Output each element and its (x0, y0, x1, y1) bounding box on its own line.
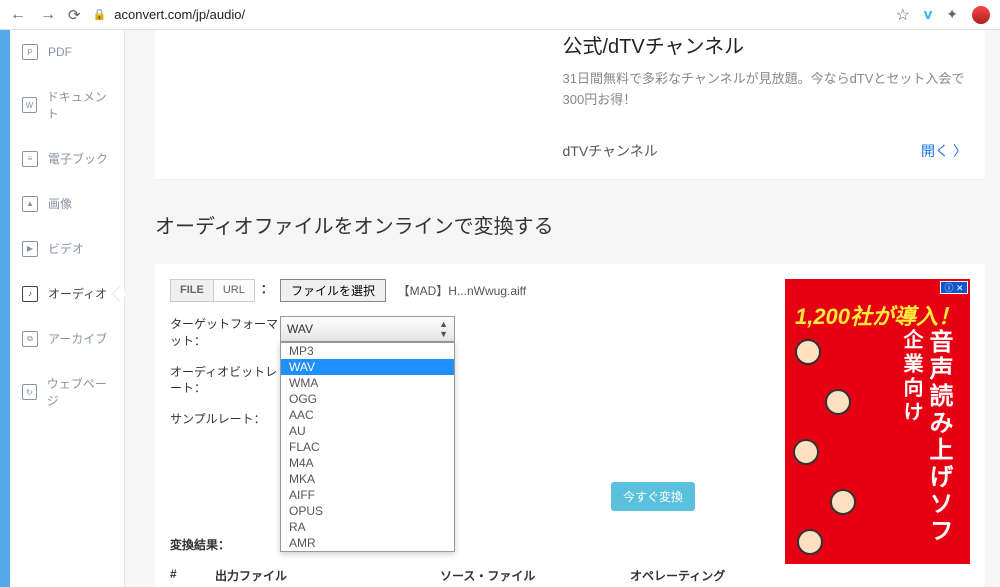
sidebar-item-label: PDF (48, 45, 72, 59)
convert-now-button[interactable]: 今すぐ変換 (611, 482, 695, 511)
label-target-format: ターゲットフォーマット： (170, 316, 280, 350)
col-operating: オペレーティング (630, 567, 770, 584)
format-option-m4a[interactable]: M4A (281, 455, 454, 471)
results-header-row: # 出力ファイル ソース・ファイル オペレーティング (155, 561, 785, 587)
reload-button[interactable]: ⟳ (68, 6, 81, 24)
caret-updown-icon: ▲▼ (439, 319, 448, 339)
right-ad-column: ⓘ ✕ 1,200社が導入！ 音声読み上げソフ 企業向け (785, 279, 970, 587)
format-option-wav[interactable]: WAV (281, 359, 454, 375)
sidebar-item-document[interactable]: W ドキュメント (10, 74, 124, 136)
video-icon: ▶ (22, 241, 38, 257)
ad-vertical-text-2: 企業向け (897, 329, 926, 425)
ebook-icon: ≡ (22, 151, 38, 167)
back-button[interactable]: ← (10, 6, 26, 24)
ad-character-icon (795, 339, 821, 365)
sidebar-item-label: オーディオ (48, 285, 107, 302)
tab-url[interactable]: URL (214, 279, 255, 302)
format-option-aac[interactable]: AAC (281, 407, 454, 423)
tab-separator: ： (261, 282, 273, 296)
format-option-aiff[interactable]: AIFF (281, 487, 454, 503)
results-label: 変換結果： (170, 536, 785, 553)
address-bar[interactable]: 🔒 aconvert.com/jp/audio/ (93, 7, 884, 22)
ad-vertical-text-1: 音声読み上げソフ (921, 329, 956, 545)
audio-icon: ♪ (22, 286, 38, 302)
ad-link-label: dTVチャンネル (563, 141, 658, 161)
target-format-dropdown: MP3WAVWMAOGGAACAUFLACM4AMKAAIFFOPUSRAAMR (280, 342, 455, 552)
chevron-right-icon: 〉 (953, 141, 967, 161)
choose-file-button[interactable]: ファイルを選択 (280, 279, 386, 302)
sidebar-item-label: アーカイブ (48, 330, 107, 347)
sidebar-item-video[interactable]: ▶ ビデオ (10, 226, 124, 271)
ad-character-icon (825, 389, 851, 415)
format-option-mp3[interactable]: MP3 (281, 343, 454, 359)
left-accent-strip (0, 30, 10, 587)
label-bitrate: オーディオビットレート： (170, 364, 280, 398)
sidebar: P PDF W ドキュメント ≡ 電子ブック ▲ 画像 ▶ ビデオ ♪ オーディオ ⧉ アーカ… (10, 30, 125, 587)
format-option-ogg[interactable]: OGG (281, 391, 454, 407)
sidebar-item-label: 電子ブック (48, 150, 108, 167)
tab-file[interactable]: FILE (170, 279, 214, 302)
image-icon: ▲ (22, 196, 38, 212)
sidebar-item-audio[interactable]: ♪ オーディオ (10, 271, 124, 316)
label-sample-rate: サンプルレート： (170, 411, 280, 428)
ad-title: 公式/dTVチャンネル (563, 30, 968, 59)
url-text: aconvert.com/jp/audio/ (114, 7, 245, 22)
sidebar-item-label: ビデオ (48, 240, 84, 257)
sidebar-item-label: ドキュメント (47, 88, 112, 122)
top-ad-card[interactable]: 公式/dTVチャンネル 31日間無料で多彩なチャンネルが見放題。今ならdTVとセ… (155, 30, 985, 180)
ad-description: 31日間無料で多彩なチャンネルが見放題。今ならdTVとセット入会で300円お得！ (563, 69, 968, 111)
main-area: 公式/dTVチャンネル 31日間無料で多彩なチャンネルが見放題。今ならdTVとセ… (125, 30, 1000, 587)
sidebar-item-image[interactable]: ▲ 画像 (10, 181, 124, 226)
ad-character-icon (830, 489, 856, 515)
format-option-au[interactable]: AU (281, 423, 454, 439)
conversion-panel: FILEURL ： ファイルを選択 【MAD】H...nWwug.aiff ターゲ… (155, 264, 985, 587)
bookmark-star-icon[interactable]: ☆ (896, 5, 910, 25)
webpage-icon: ↻ (22, 384, 37, 400)
sidebar-item-pdf[interactable]: P PDF (10, 30, 124, 74)
browser-toolbar: ← → ⟳ 🔒 aconvert.com/jp/audio/ ☆ v ✦ (0, 0, 1000, 30)
select-value: WAV (287, 322, 313, 336)
lock-icon: 🔒 (93, 8, 107, 21)
format-option-wma[interactable]: WMA (281, 375, 454, 391)
forward-button[interactable]: → (40, 6, 56, 24)
ad-headline: 1,200社が導入！ (785, 299, 970, 331)
archive-icon: ⧉ (22, 331, 38, 347)
ad-close-icon[interactable]: ⓘ ✕ (940, 281, 968, 294)
format-option-mka[interactable]: MKA (281, 471, 454, 487)
col-source: ソース・ファイル (440, 567, 630, 584)
extensions-icon[interactable]: ✦ (946, 6, 958, 23)
sidebar-item-archive[interactable]: ⧉ アーカイブ (10, 316, 124, 361)
format-option-ra[interactable]: RA (281, 519, 454, 535)
pdf-icon: P (22, 44, 38, 60)
format-option-opus[interactable]: OPUS (281, 503, 454, 519)
sidebar-item-label: 画像 (48, 195, 72, 212)
vimeo-extension-icon[interactable]: v (924, 6, 932, 23)
page-title: オーディオファイルをオンラインで変換する (155, 210, 1000, 239)
sidebar-item-label: ウェブページ (47, 375, 112, 409)
format-option-flac[interactable]: FLAC (281, 439, 454, 455)
document-icon: W (22, 97, 37, 113)
selected-file-name: 【MAD】H...nWwug.aiff (398, 284, 526, 298)
col-output: 出力ファイル (215, 567, 440, 584)
ad-character-icon (797, 529, 823, 555)
right-ad-banner[interactable]: ⓘ ✕ 1,200社が導入！ 音声読み上げソフ 企業向け (785, 279, 970, 564)
target-format-select[interactable]: WAV ▲▼ (280, 316, 455, 342)
sidebar-item-ebook[interactable]: ≡ 電子ブック (10, 136, 124, 181)
col-index: # (170, 567, 215, 584)
ad-open-button[interactable]: 開く〉 (921, 141, 967, 161)
sidebar-item-webpage[interactable]: ↻ ウェブページ (10, 361, 124, 423)
ad-character-icon (793, 439, 819, 465)
profile-avatar[interactable] (972, 6, 990, 24)
format-option-amr[interactable]: AMR (281, 535, 454, 551)
